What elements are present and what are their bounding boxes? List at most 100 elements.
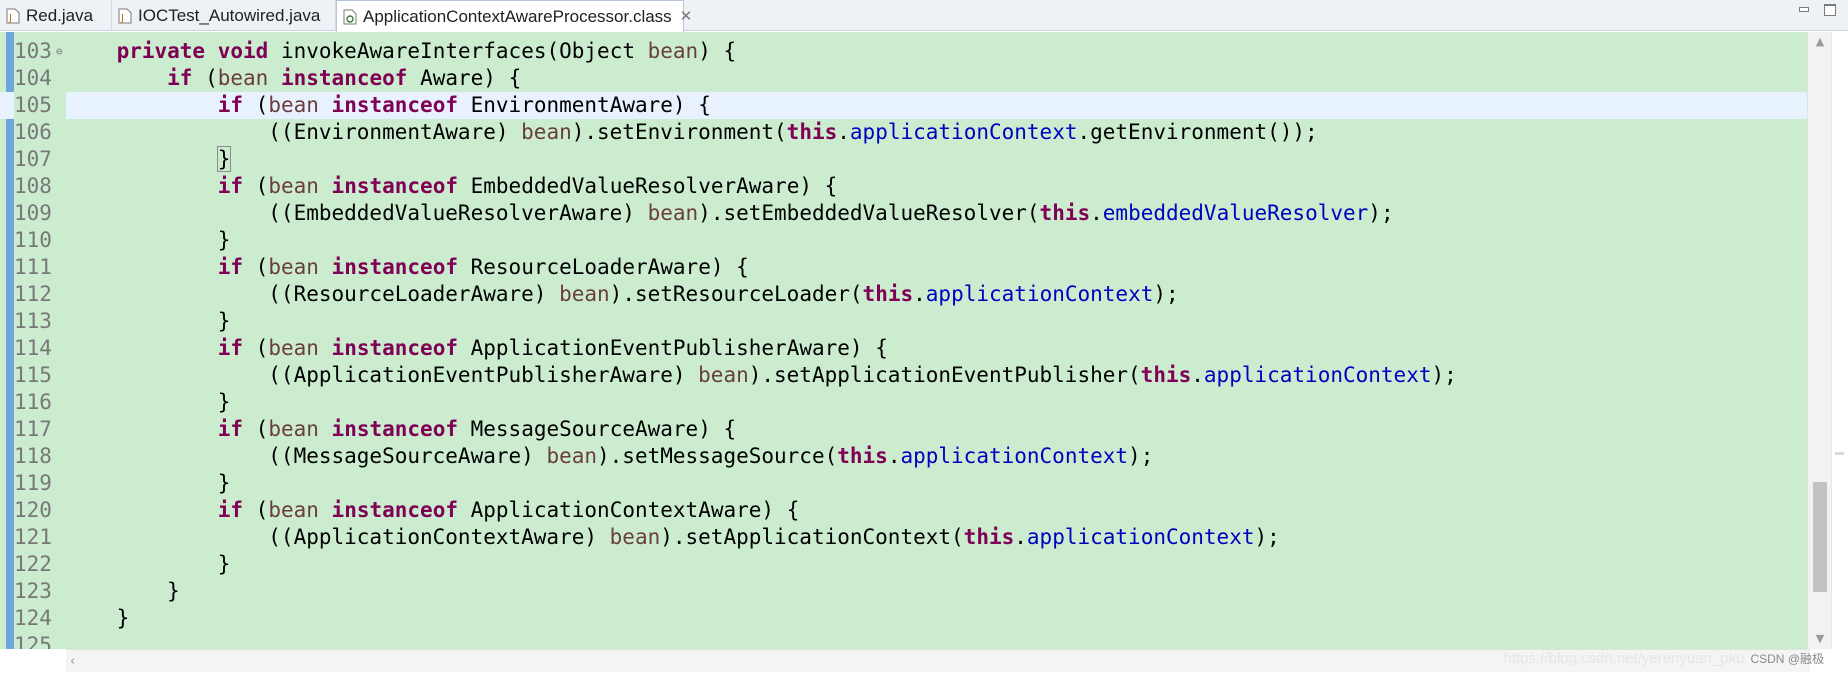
code-line[interactable]: 121 ((ApplicationContextAware) bean).set… [0,524,1810,551]
code-line[interactable]: 125 [0,632,1810,649]
code-line[interactable]: 123 } [0,578,1810,605]
token: ( [243,498,269,522]
matching-bracket: } [216,146,232,172]
scrollbar-thumb[interactable] [1813,482,1827,592]
tab-red-java[interactable]: J Red.java [0,0,112,31]
code-line[interactable]: 113 } [0,308,1810,335]
line-number: 124 [14,606,52,630]
line-source: if (bean instanceof MessageSourceAware) … [66,416,736,443]
code-line[interactable]: 109 ((EmbeddedValueResolverAware) bean).… [0,200,1810,227]
field: applicationContext [1203,363,1432,387]
code-line[interactable]: 108 if (bean instanceof EmbeddedValueRes… [0,173,1810,200]
code-line[interactable]: 116 } [0,389,1810,416]
svg-text:J: J [8,13,12,24]
line-source: ((ApplicationEventPublisherAware) bean).… [66,362,1457,389]
keyword: this [1039,201,1091,225]
token: ((ApplicationEventPublisherAware) [66,363,699,387]
line-number: 104 [14,66,52,90]
code-line[interactable]: 111 if (bean instanceof ResourceLoaderAw… [0,254,1810,281]
token: ) { [698,39,737,63]
keyword: instanceof [331,417,458,441]
token: . [1191,363,1204,387]
vertical-scrollbar[interactable]: ▲ ▼ [1807,32,1832,649]
line-source: if (bean instanceof ApplicationContextAw… [66,497,800,524]
token: . [837,120,850,144]
field: applicationContext [925,282,1154,306]
token: ApplicationContextAware) { [457,498,800,522]
java-file-icon: J [118,8,132,24]
token: } [66,390,231,414]
tab-ioctest-autowired-java[interactable]: J IOCTest_Autowired.java [112,0,336,31]
keyword: if [217,417,244,441]
code-line[interactable]: 112 ((ResourceLoaderAware) bean).setReso… [0,281,1810,308]
line-number: 119 [14,471,52,495]
code-line[interactable]: 103 ⊖ private void invokeAwareInterfaces(… [0,38,1810,65]
line-number: 118 [14,444,52,468]
code-line[interactable]: 105 if (bean instanceof EnvironmentAware… [0,92,1810,119]
watermark-url: https://blog.csdn.net/yerenyuan_pku [1503,650,1745,667]
keyword: instanceof [280,66,408,90]
code-line[interactable]: 117 if (bean instanceof MessageSourceAwa… [0,416,1810,443]
minimize-icon[interactable] [1798,4,1810,14]
line-number: 125 [14,633,52,649]
token: . [1090,201,1103,225]
code-line[interactable]: 110 } [0,227,1810,254]
tab-label: IOCTest_Autowired.java [138,5,321,25]
fold-icon[interactable]: ⊖ [56,38,63,65]
token: ApplicationEventPublisherAware) { [457,336,888,360]
close-icon[interactable]: ✕ [680,9,693,24]
parameter: bean [268,417,319,441]
svg-text:J: J [120,13,124,24]
maximize-icon[interactable] [1824,4,1836,16]
line-number: 116 [14,390,52,414]
line-source: } [66,470,231,497]
keyword: instanceof [331,93,458,117]
code-line[interactable]: 119 } [0,470,1810,497]
code-line[interactable]: 104 if (bean instanceof Aware) { [0,65,1810,92]
code-line[interactable]: 120 if (bean instanceof ApplicationConte… [0,497,1810,524]
overview-ruler[interactable] [1831,32,1848,649]
tab-applicationcontextawareprocessor-class[interactable]: ApplicationContextAwareProcessor.class ✕ [336,0,692,32]
line-number: 123 [14,579,52,603]
code-line[interactable]: 124 } [0,605,1810,632]
token: ResourceLoaderAware) { [457,255,749,279]
keyword: if [217,336,244,360]
code-editor[interactable]: 103 ⊖ private void invokeAwareInterfaces(… [0,32,1848,649]
line-number: 121 [14,525,52,549]
code-line[interactable]: 107 } [0,146,1810,173]
line-source: } [66,578,180,605]
token: ).setResourceLoader( [609,282,863,306]
code-line[interactable]: 115 ((ApplicationEventPublisherAware) be… [0,362,1810,389]
parameter: bean [609,525,661,549]
line-source: if (bean instanceof EmbeddedValueResolve… [66,173,838,200]
code-area[interactable]: 103 ⊖ private void invokeAwareInterfaces(… [0,38,1810,649]
token: .getEnvironment()); [1077,120,1318,144]
code-line[interactable]: 114 if (bean instanceof ApplicationEvent… [0,335,1810,362]
scroll-up-icon[interactable]: ▲ [1814,36,1826,48]
token: MessageSourceAware) { [457,417,737,441]
token: ( [243,336,269,360]
code-line[interactable]: 122 } [0,551,1810,578]
scroll-left-icon[interactable]: ‹ [70,654,75,669]
parameter: bean [217,66,269,90]
line-source: private void invokeAwareInterfaces(Objec… [66,38,737,65]
scroll-down-icon[interactable]: ▼ [1814,633,1826,645]
keyword: instanceof [331,174,458,198]
line-number: 106 [14,120,52,144]
parameter: bean [268,336,319,360]
keyword: instanceof [331,255,458,279]
line-number: 109 [14,201,52,225]
token: invokeAwareInterfaces(Object [268,39,648,63]
parameter: bean [647,201,699,225]
parameter: bean [268,174,319,198]
code-line[interactable]: 118 ((MessageSourceAware) bean).setMessa… [0,443,1810,470]
line-source: } [66,551,231,578]
line-source: if (bean instanceof ApplicationEventPubl… [66,335,888,362]
parameter: bean [268,93,319,117]
code-line[interactable]: 106 ((EnvironmentAware) bean).setEnviron… [0,119,1810,146]
token: . [1014,525,1027,549]
line-number: 108 [14,174,52,198]
